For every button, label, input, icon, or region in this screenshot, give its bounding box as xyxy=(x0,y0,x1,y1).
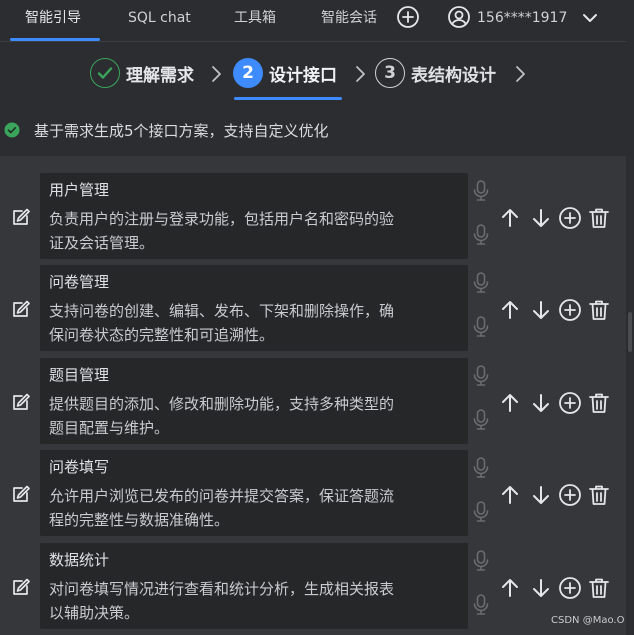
trash-icon[interactable] xyxy=(587,298,611,322)
edit-icon[interactable] xyxy=(10,483,32,505)
interface-card[interactable]: 题目管理提供题目的添加、修改和删除功能，支持多种类型的 题目配置与维护。 xyxy=(40,358,468,444)
interface-description-line: 程的完整性与数据准确性。 xyxy=(49,511,230,529)
active-step-indicator xyxy=(234,97,342,100)
active-tab-indicator xyxy=(10,38,100,41)
interface-title: 问卷填写 xyxy=(49,458,110,476)
tab-smart-chat[interactable]: 智能会话 xyxy=(321,0,377,40)
interface-row: 题目管理提供题目的添加、修改和删除功能，支持多种类型的 题目配置与维护。 xyxy=(0,358,626,450)
arrow-up-icon[interactable] xyxy=(498,298,522,322)
interface-description: 提供题目的添加、修改和删除功能，支持多种类型的 题目配置与维护。 xyxy=(49,392,459,440)
mic-icon[interactable] xyxy=(472,179,490,203)
step-number: 2 xyxy=(233,58,263,88)
interface-row: 问卷管理支持问卷的创建、编辑、发布、下架和删除操作，确 保问卷状态的完整性和可追溯… xyxy=(0,265,626,357)
interface-description-line: 保问卷状态的完整性和可追溯性。 xyxy=(49,326,275,344)
interface-row: 数据统计对问卷填写情况进行查看和统计分析，生成相关报表 以辅助决策。 xyxy=(0,543,626,635)
trash-icon[interactable] xyxy=(587,576,611,600)
arrow-up-icon[interactable] xyxy=(498,483,522,507)
interface-row: 用户管理负责用户的注册与登录功能，包括用户名和密码的验 证及会话管理。 xyxy=(0,173,626,265)
interface-description: 支持问卷的创建、编辑、发布、下架和删除操作，确 保问卷状态的完整性和可追溯性。 xyxy=(49,299,459,347)
tab-smart-guide[interactable]: 智能引导 xyxy=(25,0,81,40)
plus-circle-icon[interactable] xyxy=(558,206,582,230)
arrow-down-icon[interactable] xyxy=(529,206,553,230)
arrow-up-icon[interactable] xyxy=(498,391,522,415)
tab-sql-chat[interactable]: SQL chat xyxy=(128,0,191,40)
mic-icon[interactable] xyxy=(472,364,490,388)
interface-description-line: 对问卷填写情况进行查看和统计分析，生成相关报表 xyxy=(49,580,395,598)
tab-toolbox[interactable]: 工具箱 xyxy=(234,0,276,40)
interface-description-line: 支持问卷的创建、编辑、发布、下架和删除操作，确 xyxy=(49,302,395,320)
mic-icon[interactable] xyxy=(472,500,490,524)
top-nav: 智能引导 SQL chat 工具箱 智能会话 156****1917 xyxy=(0,0,634,42)
interface-description-line: 以辅助决策。 xyxy=(49,604,140,622)
interface-description: 对问卷填写情况进行查看和统计分析，生成相关报表 以辅助决策。 xyxy=(49,577,459,625)
interface-title: 数据统计 xyxy=(49,551,110,569)
step-understand-requirements[interactable]: 理解需求 xyxy=(90,56,194,90)
arrow-up-icon[interactable] xyxy=(498,576,522,600)
info-banner: 基于需求生成5个接口方案，支持自定义优化 xyxy=(0,106,626,156)
mic-icon[interactable] xyxy=(472,549,490,573)
step-number: 3 xyxy=(375,58,405,88)
mic-icon[interactable] xyxy=(472,593,490,617)
chevron-right-icon xyxy=(516,66,525,82)
trash-icon[interactable] xyxy=(587,206,611,230)
plus-circle-icon[interactable] xyxy=(558,576,582,600)
step-label: 理解需求 xyxy=(126,65,194,86)
mic-icon[interactable] xyxy=(472,315,490,339)
interface-card[interactable]: 用户管理负责用户的注册与登录功能，包括用户名和密码的验 证及会话管理。 xyxy=(40,173,468,259)
interface-description: 允许用户浏览已发布的问卷并提交答案，保证答题流 程的完整性与数据准确性。 xyxy=(49,484,459,532)
plus-circle-icon[interactable] xyxy=(558,483,582,507)
stepper: 理解需求 2 设计接口 3 表结构设计 xyxy=(0,42,626,106)
arrow-down-icon[interactable] xyxy=(529,576,553,600)
arrow-down-icon[interactable] xyxy=(529,483,553,507)
chevron-right-icon xyxy=(356,66,365,82)
arrow-down-icon[interactable] xyxy=(529,391,553,415)
interface-description-line: 允许用户浏览已发布的问卷并提交答案，保证答题流 xyxy=(49,487,395,505)
chevron-down-icon[interactable] xyxy=(580,8,600,28)
plus-circle-icon[interactable] xyxy=(558,298,582,322)
edit-icon[interactable] xyxy=(10,298,32,320)
interface-description: 负责用户的注册与登录功能，包括用户名和密码的验 证及会话管理。 xyxy=(49,207,459,255)
mic-icon[interactable] xyxy=(472,223,490,247)
interface-description-line: 提供题目的添加、修改和删除功能，支持多种类型的 xyxy=(49,395,395,413)
arrow-down-icon[interactable] xyxy=(529,298,553,322)
scrollbar-thumb[interactable] xyxy=(628,312,632,352)
mic-icon[interactable] xyxy=(472,408,490,432)
plus-circle-icon[interactable] xyxy=(396,5,420,29)
plus-circle-icon[interactable] xyxy=(558,391,582,415)
check-circle-icon xyxy=(4,122,20,138)
edit-icon[interactable] xyxy=(10,576,32,598)
trash-icon[interactable] xyxy=(587,483,611,507)
trash-icon[interactable] xyxy=(587,391,611,415)
info-text: 基于需求生成5个接口方案，支持自定义优化 xyxy=(34,122,329,140)
user-account-label[interactable]: 156****1917 xyxy=(477,0,567,36)
interface-card[interactable]: 问卷填写允许用户浏览已发布的问卷并提交答案，保证答题流 程的完整性与数据准确性。 xyxy=(40,450,468,536)
arrow-up-icon[interactable] xyxy=(498,206,522,230)
check-circle-icon xyxy=(90,58,120,88)
watermark: CSDN @Mao.O xyxy=(551,615,625,626)
interface-list: 用户管理 负责用户的注册与登录功能，包括用户名和密码的验 证及会话管理。 问卷管理 支持… xyxy=(0,156,626,635)
interface-card[interactable]: 数据统计对问卷填写情况进行查看和统计分析，生成相关报表 以辅助决策。 xyxy=(40,543,468,629)
interface-title: 用户管理 xyxy=(49,181,110,199)
edit-icon[interactable] xyxy=(10,391,32,413)
mic-icon[interactable] xyxy=(472,456,490,480)
user-circle-icon[interactable] xyxy=(447,5,471,29)
chevron-right-icon xyxy=(212,66,221,82)
interface-description-line: 负责用户的注册与登录功能，包括用户名和密码的验 xyxy=(49,210,395,228)
step-label: 表结构设计 xyxy=(411,65,496,86)
interface-card[interactable]: 问卷管理支持问卷的创建、编辑、发布、下架和删除操作，确 保问卷状态的完整性和可追溯… xyxy=(40,265,468,351)
mic-icon[interactable] xyxy=(472,271,490,295)
step-label: 设计接口 xyxy=(269,65,337,86)
interface-description-line: 证及会话管理。 xyxy=(49,234,155,252)
interface-title: 问卷管理 xyxy=(49,273,110,291)
interface-description-line: 题目配置与维护。 xyxy=(49,419,170,437)
interface-row: 问卷填写允许用户浏览已发布的问卷并提交答案，保证答题流 程的完整性与数据准确性。 xyxy=(0,450,626,542)
interface-title: 题目管理 xyxy=(49,366,110,384)
step-design-interface[interactable]: 2 设计接口 xyxy=(233,56,337,90)
edit-icon[interactable] xyxy=(10,206,32,228)
step-table-design[interactable]: 3 表结构设计 xyxy=(375,56,496,90)
